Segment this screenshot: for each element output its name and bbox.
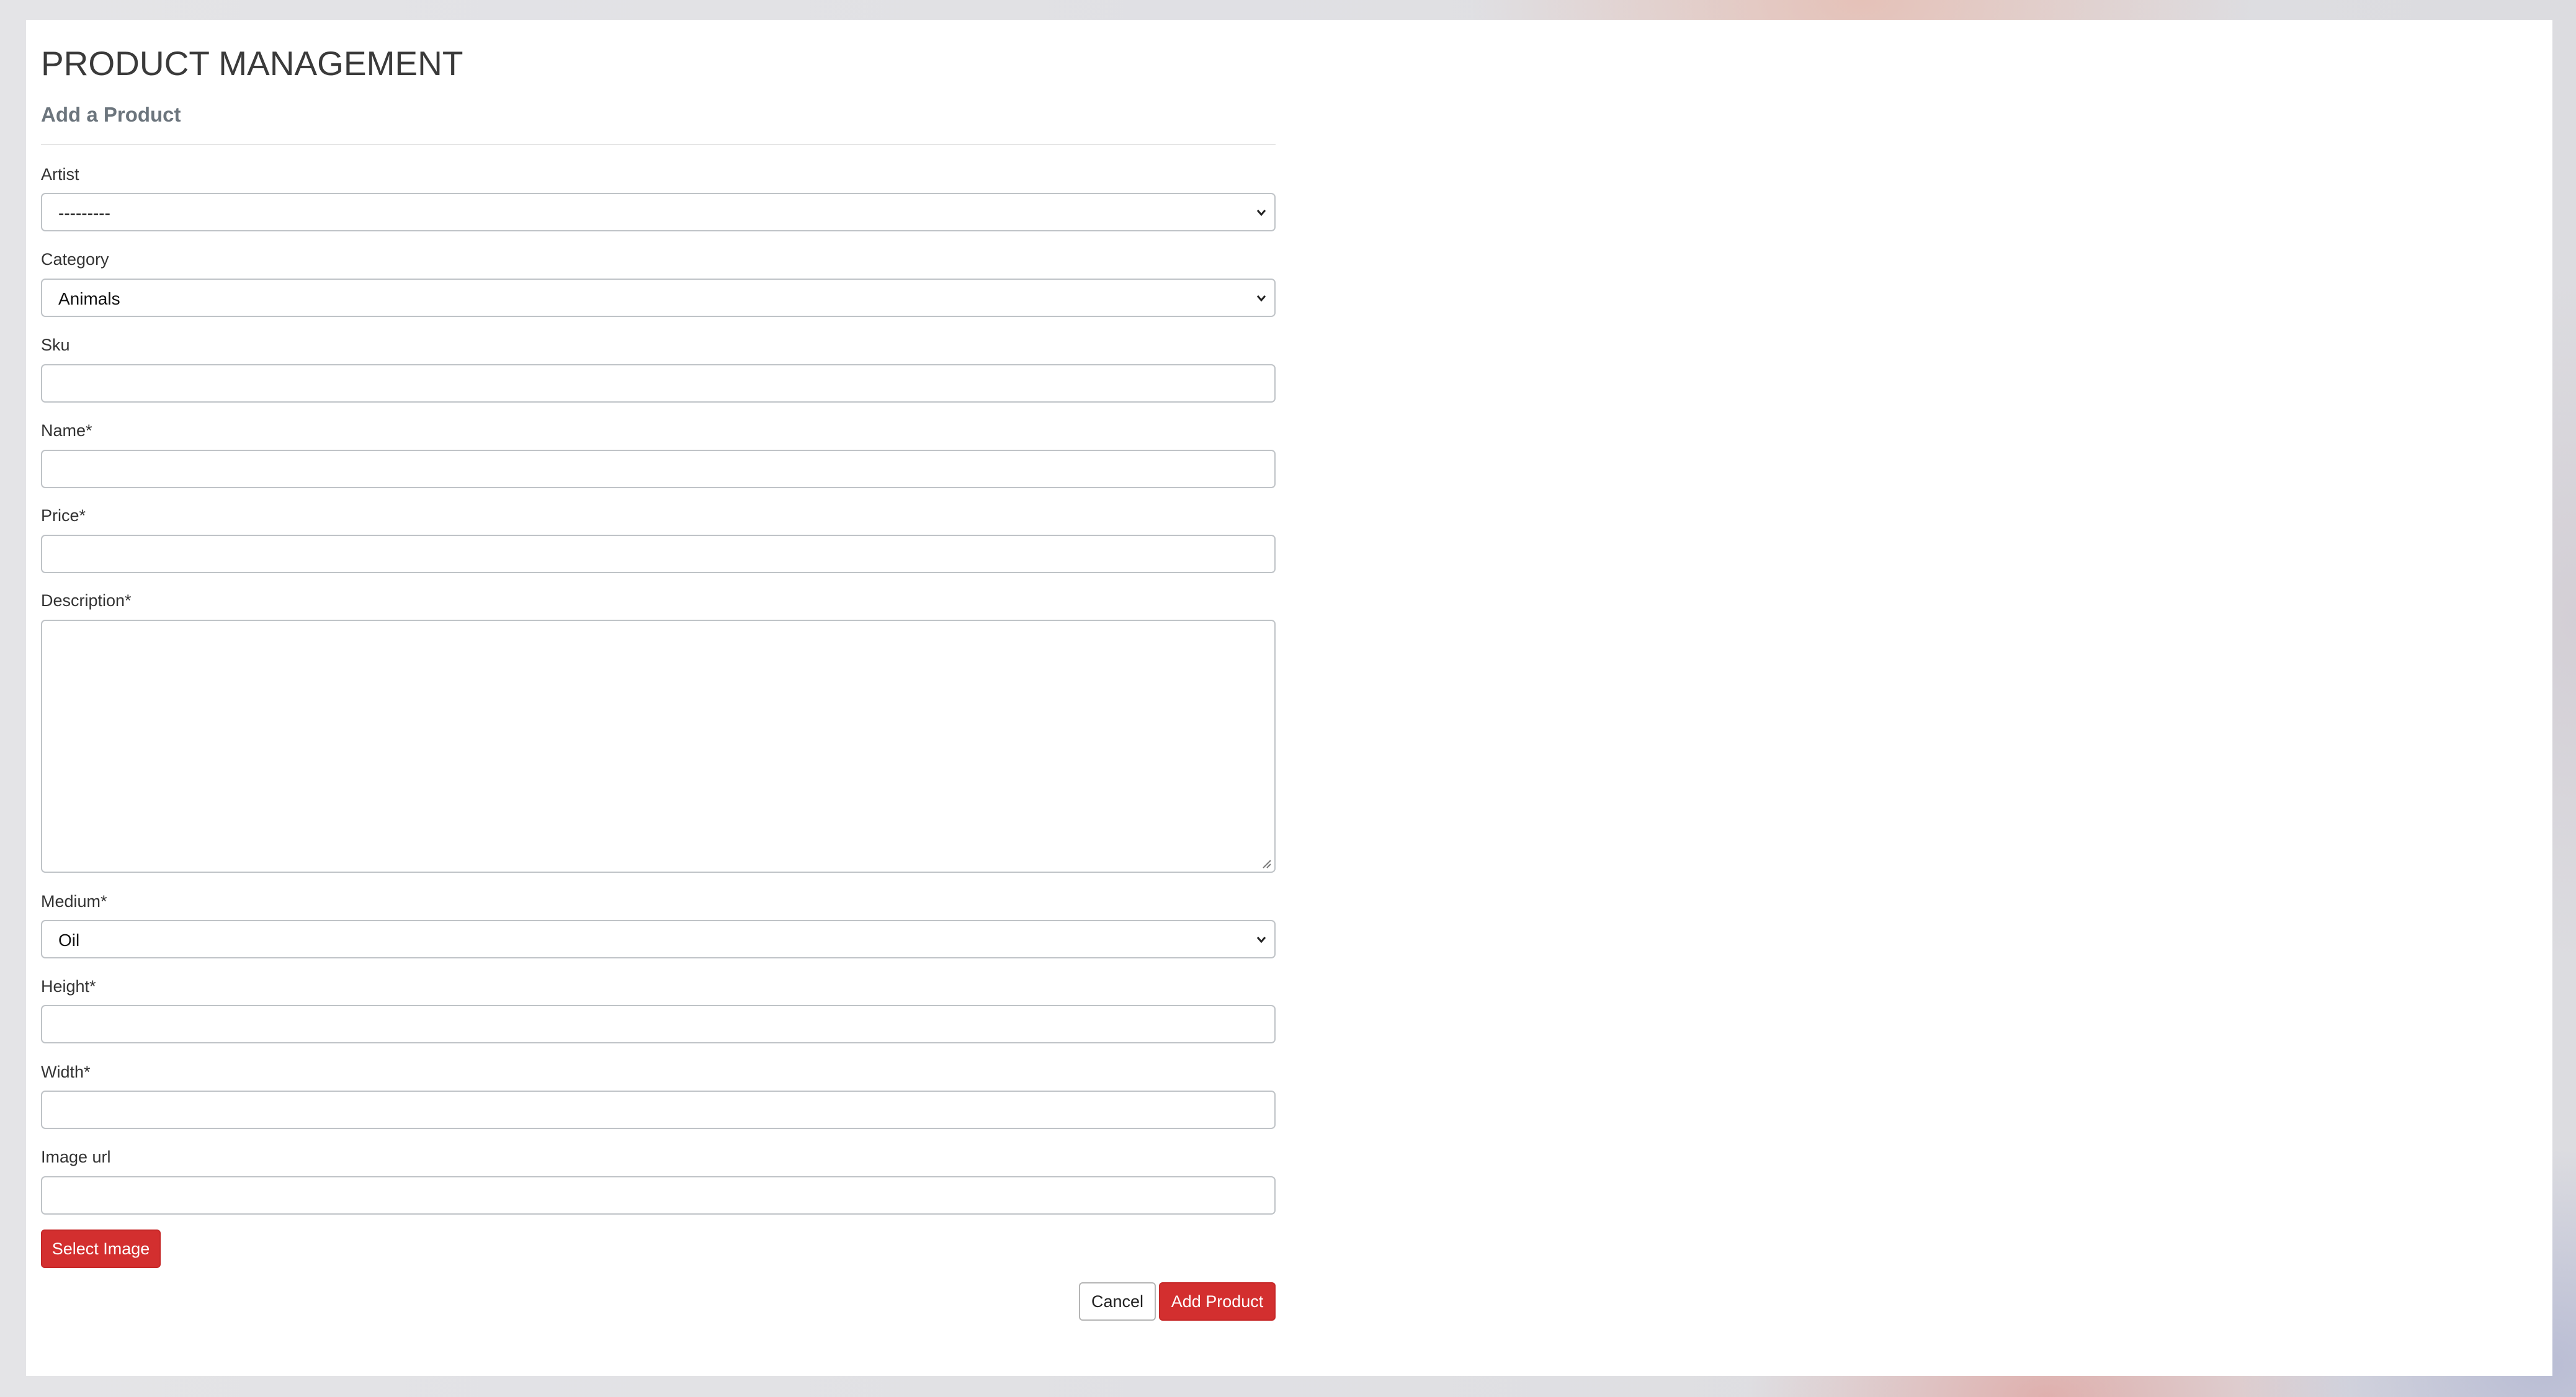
- sku-input[interactable]: [41, 364, 1276, 403]
- image-url-input[interactable]: [41, 1176, 1276, 1215]
- price-label: Price*: [41, 506, 86, 525]
- image-url-label: Image url: [41, 1148, 111, 1166]
- chevron-down-icon: [1256, 295, 1266, 302]
- artist-select[interactable]: ---------: [41, 193, 1276, 231]
- price-input[interactable]: [41, 535, 1276, 573]
- category-select-value: Animals: [58, 289, 120, 308]
- chevron-down-icon: [1256, 210, 1266, 216]
- sku-label: Sku: [41, 336, 70, 354]
- add-product-button[interactable]: Add Product: [1159, 1282, 1276, 1321]
- description-label: Description*: [41, 591, 132, 610]
- medium-label: Medium*: [41, 892, 107, 911]
- medium-select-value: Oil: [58, 931, 80, 950]
- artist-select-value: ---------: [58, 203, 110, 223]
- width-input[interactable]: [41, 1091, 1276, 1129]
- category-label: Category: [41, 250, 109, 269]
- height-label: Height*: [41, 977, 96, 996]
- divider: [41, 144, 1276, 145]
- resize-grip-icon[interactable]: [1261, 858, 1272, 869]
- form-subtitle: Add a Product: [41, 103, 181, 126]
- medium-select[interactable]: Oil: [41, 920, 1276, 958]
- cancel-button[interactable]: Cancel: [1079, 1282, 1156, 1321]
- name-input[interactable]: [41, 450, 1276, 488]
- artist-label: Artist: [41, 165, 79, 184]
- chevron-down-icon: [1256, 937, 1266, 944]
- page-title: PRODUCT MANAGEMENT: [41, 44, 463, 83]
- select-image-button[interactable]: Select Image: [41, 1230, 161, 1268]
- category-select[interactable]: Animals: [41, 279, 1276, 317]
- description-textarea[interactable]: [41, 620, 1276, 873]
- name-label: Name*: [41, 421, 92, 440]
- width-label: Width*: [41, 1063, 91, 1081]
- height-input[interactable]: [41, 1005, 1276, 1043]
